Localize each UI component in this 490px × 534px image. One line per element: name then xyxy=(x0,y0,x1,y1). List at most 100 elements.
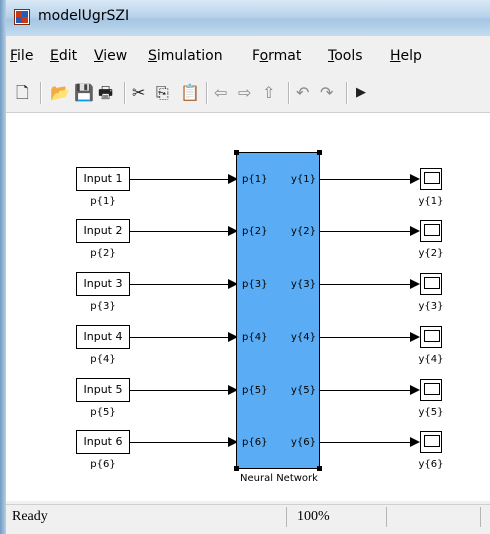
scope-icon xyxy=(424,383,440,395)
scope-block-6[interactable] xyxy=(420,431,442,453)
toolbar-separator xyxy=(124,82,126,104)
output-signal-label: y{5} xyxy=(418,407,444,418)
menu-view[interactable]: View xyxy=(94,48,127,64)
nn-in-port: p{4} xyxy=(242,332,268,343)
input-block-4[interactable]: Input 4 xyxy=(76,325,130,349)
status-bar: Ready 100% xyxy=(6,504,490,531)
back-icon[interactable]: ⇦ xyxy=(214,84,227,102)
menu-help[interactable]: Help xyxy=(390,48,422,64)
simulink-model-icon xyxy=(14,9,30,25)
save-icon[interactable]: 💾 xyxy=(74,84,94,102)
signal-line[interactable] xyxy=(320,337,410,338)
input-signal-label: p{4} xyxy=(90,354,116,365)
nn-in-port: p{2} xyxy=(242,226,268,237)
selection-handle[interactable] xyxy=(234,150,239,155)
toolbar-separator xyxy=(346,82,348,104)
forward-icon[interactable]: ⇨ xyxy=(238,84,251,102)
copy-icon[interactable]: ⎘ xyxy=(156,84,169,102)
scope-block-2[interactable] xyxy=(420,220,442,242)
paste-icon[interactable]: 📋 xyxy=(180,84,200,102)
signal-line[interactable] xyxy=(320,284,410,285)
menu-format[interactable]: Format xyxy=(252,48,301,64)
nn-out-port: y{5} xyxy=(291,385,317,396)
input-block-1[interactable]: Input 1 xyxy=(76,167,130,191)
input-signal-label: p{1} xyxy=(90,196,116,207)
input-signal-label: p{6} xyxy=(90,459,116,470)
nn-in-port: p{6} xyxy=(242,437,268,448)
input-block-6[interactable]: Input 6 xyxy=(76,430,130,454)
toolbar: 🗋 📂 💾 🖶 ✂ ⎘ 📋 ⇦ ⇨ ⇧ ↶ ↷ ▶ xyxy=(6,75,490,111)
signal-line[interactable] xyxy=(320,231,410,232)
nn-out-port: y{3} xyxy=(291,279,317,290)
status-pane xyxy=(480,507,490,527)
new-icon[interactable]: 🗋 xyxy=(16,84,29,102)
selection-handle[interactable] xyxy=(234,466,239,471)
redo-icon[interactable]: ↷ xyxy=(320,84,333,102)
up-icon[interactable]: ⇧ xyxy=(262,84,275,102)
window-title: modelUgrSZI xyxy=(38,8,130,24)
signal-line[interactable] xyxy=(130,231,228,232)
scope-block-4[interactable] xyxy=(420,326,442,348)
input-block-5[interactable]: Input 5 xyxy=(76,378,130,402)
scope-icon xyxy=(424,224,440,236)
menu-file[interactable]: File xyxy=(10,48,33,64)
print-icon[interactable]: 🖶 xyxy=(98,84,113,102)
selection-handle[interactable] xyxy=(317,466,322,471)
neural-network-block[interactable]: p{1} p{2} p{3} p{4} p{5} p{6} y{1} y{2} … xyxy=(236,152,320,469)
nn-out-port: y{2} xyxy=(291,226,317,237)
signal-line[interactable] xyxy=(130,337,228,338)
input-signal-label: p{5} xyxy=(90,407,116,418)
toolbar-separator xyxy=(40,82,42,104)
signal-arrow xyxy=(410,226,420,236)
input-block-2[interactable]: Input 2 xyxy=(76,219,130,243)
output-signal-label: y{6} xyxy=(418,459,444,470)
scope-block-3[interactable] xyxy=(420,273,442,295)
signal-line[interactable] xyxy=(130,284,228,285)
signal-arrow xyxy=(410,385,420,395)
title-bar[interactable]: modelUgrSZI xyxy=(0,0,490,36)
menu-simulation[interactable]: Simulation xyxy=(148,48,223,64)
scope-icon xyxy=(424,330,440,342)
simulink-window: modelUgrSZI File Edit View Simulation Fo… xyxy=(0,0,490,534)
scope-block-5[interactable] xyxy=(420,379,442,401)
output-signal-label: y{4} xyxy=(418,354,444,365)
nn-in-port: p{5} xyxy=(242,385,268,396)
nn-in-port: p{1} xyxy=(242,174,268,185)
scope-icon xyxy=(424,435,440,447)
run-icon[interactable]: ▶ xyxy=(356,84,366,102)
toolbar-separator xyxy=(288,82,290,104)
scope-block-1[interactable] xyxy=(420,168,442,190)
zoom-level: 100% xyxy=(286,507,377,527)
output-signal-label: y{3} xyxy=(418,301,444,312)
undo-icon[interactable]: ↶ xyxy=(296,84,309,102)
selection-handle[interactable] xyxy=(317,150,322,155)
status-text: Ready xyxy=(12,509,48,524)
input-block-3[interactable]: Input 3 xyxy=(76,272,130,296)
signal-line[interactable] xyxy=(130,390,228,391)
menu-edit[interactable]: Edit xyxy=(50,48,77,64)
cut-icon[interactable]: ✂ xyxy=(132,84,145,102)
status-pane xyxy=(386,507,477,527)
nn-in-port: p{3} xyxy=(242,279,268,290)
toolbar-separator xyxy=(206,82,208,104)
output-signal-label: y{2} xyxy=(418,248,444,259)
signal-line[interactable] xyxy=(320,442,410,443)
menu-tools[interactable]: Tools xyxy=(328,48,363,64)
scope-icon xyxy=(424,277,440,289)
output-signal-label: y{1} xyxy=(418,196,444,207)
block-name: Neural Network xyxy=(240,473,318,484)
input-signal-label: p{3} xyxy=(90,301,116,312)
signal-arrow xyxy=(410,174,420,184)
nn-out-port: y{6} xyxy=(291,437,317,448)
signal-line[interactable] xyxy=(130,442,228,443)
signal-line[interactable] xyxy=(320,179,410,180)
menu-bar: File Edit View Simulation Format Tools H… xyxy=(6,46,490,68)
signal-arrow xyxy=(410,279,420,289)
open-icon[interactable]: 📂 xyxy=(50,84,70,102)
signal-arrow xyxy=(410,332,420,342)
nn-out-port: y{1} xyxy=(291,174,317,185)
signal-line[interactable] xyxy=(320,390,410,391)
input-signal-label: p{2} xyxy=(90,248,116,259)
nn-out-port: y{4} xyxy=(291,332,317,343)
signal-line[interactable] xyxy=(130,179,228,180)
